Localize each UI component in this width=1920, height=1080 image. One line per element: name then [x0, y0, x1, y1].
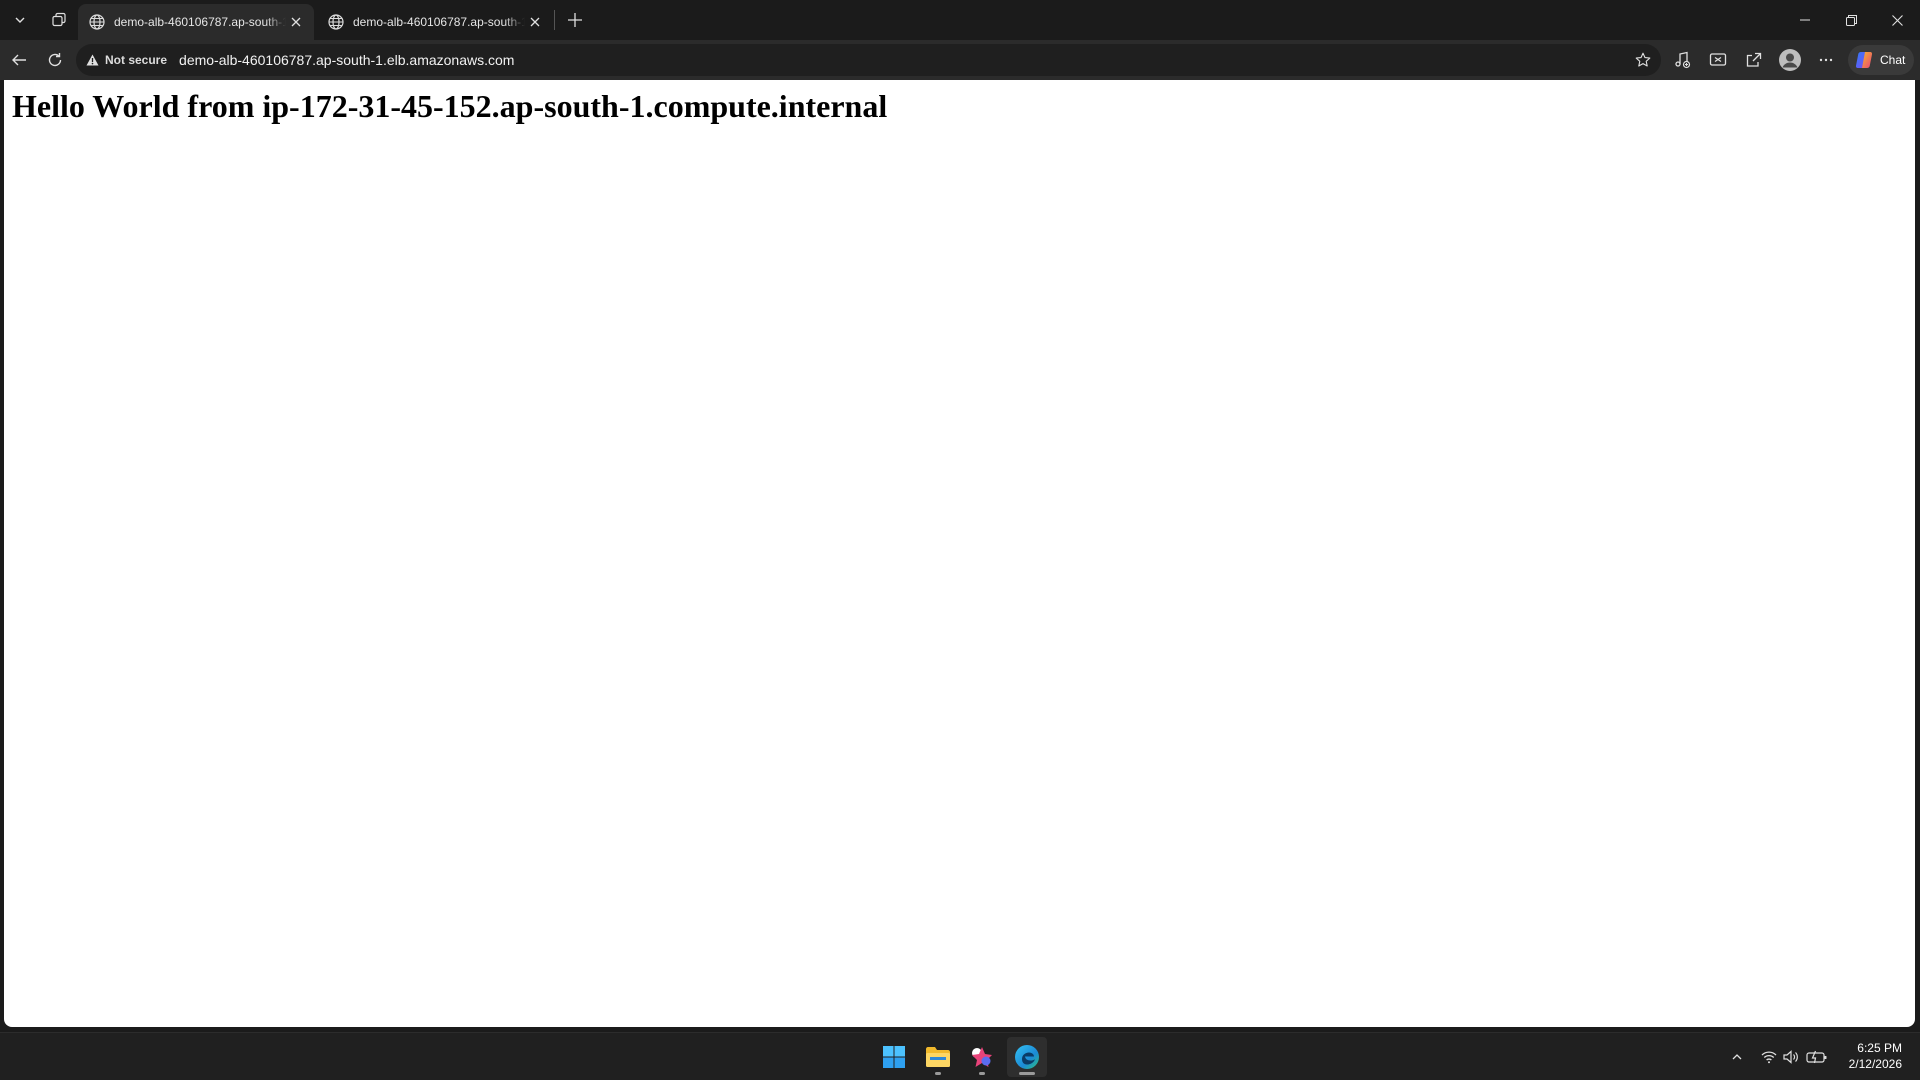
- workspaces-icon: [52, 12, 66, 27]
- back-button[interactable]: [3, 44, 35, 76]
- show-hidden-icons-button[interactable]: [1726, 1047, 1748, 1067]
- battery-button[interactable]: [1806, 1047, 1828, 1067]
- network-button[interactable]: [1758, 1047, 1780, 1067]
- chevron-down-icon: [15, 17, 25, 23]
- workspaces-button[interactable]: [43, 6, 75, 34]
- more-options-button[interactable]: [1810, 44, 1842, 76]
- wifi-icon: [1761, 1051, 1777, 1064]
- chat-label: Chat: [1880, 53, 1906, 67]
- running-indicator: [935, 1072, 941, 1075]
- tab-actions-button[interactable]: [4, 6, 36, 34]
- more-icon: [1819, 58, 1833, 62]
- running-indicator: [979, 1072, 985, 1075]
- favorite-button[interactable]: [1631, 48, 1655, 72]
- warning-icon[interactable]: [85, 53, 99, 67]
- tab-title: demo-alb-460106787.ap-south-1.elb.amazon…: [114, 15, 286, 29]
- profile-button[interactable]: [1774, 44, 1806, 76]
- tab-1[interactable]: demo-alb-460106787.ap-south-1.elb.amazon…: [78, 4, 314, 40]
- collections-icon: [1675, 51, 1691, 69]
- file-explorer-icon: [926, 1047, 950, 1067]
- volume-button[interactable]: [1780, 1047, 1802, 1067]
- tab-title: demo-alb-460106787.ap-south-1.elb.amazon…: [353, 15, 525, 29]
- close-icon: [1891, 14, 1903, 26]
- tab-close-button[interactable]: [525, 12, 545, 32]
- copilot-chat-button[interactable]: Chat: [1848, 45, 1914, 75]
- volume-icon: [1783, 1050, 1798, 1064]
- share-icon: [1746, 52, 1762, 67]
- minimize-button[interactable]: [1782, 0, 1828, 40]
- battery-icon: [1806, 1050, 1827, 1064]
- edge-icon: [1015, 1045, 1039, 1069]
- close-icon: [530, 17, 540, 27]
- new-tab-button[interactable]: [561, 6, 589, 34]
- start-button[interactable]: [874, 1037, 914, 1077]
- pinned-app-button[interactable]: [962, 1037, 1002, 1077]
- page-heading: Hello World from ip-172-31-45-152.ap-sou…: [12, 88, 888, 124]
- clock-date: 2/12/2026: [1848, 1057, 1902, 1071]
- minimize-icon: [1800, 19, 1810, 21]
- security-label[interactable]: Not secure: [105, 53, 167, 67]
- browser-toolbar: Not secure demo-alb-460106787.ap-south-1…: [0, 40, 1920, 80]
- close-window-button[interactable]: [1874, 0, 1920, 40]
- split-screen-button[interactable]: [1702, 44, 1734, 76]
- edge-taskbar-button[interactable]: [1007, 1037, 1047, 1077]
- close-icon: [291, 17, 301, 27]
- globe-icon: [89, 14, 105, 30]
- refresh-button[interactable]: [39, 44, 71, 76]
- app-icon: [972, 1047, 992, 1067]
- plus-icon: [568, 13, 582, 27]
- system-clock[interactable]: 6:25 PM 2/12/2026: [1849, 1040, 1902, 1072]
- restore-button[interactable]: [1828, 0, 1874, 40]
- refresh-icon: [48, 53, 62, 67]
- windows-start-icon: [883, 1046, 905, 1068]
- globe-icon: [328, 14, 344, 30]
- tab-strip: demo-alb-460106787.ap-south-1.elb.amazon…: [0, 0, 1920, 40]
- restore-icon: [1845, 14, 1857, 26]
- active-indicator: [1019, 1072, 1035, 1075]
- clock-time: 6:25 PM: [1857, 1041, 1902, 1055]
- tab-close-button[interactable]: [286, 12, 306, 32]
- share-button[interactable]: [1738, 44, 1770, 76]
- address-bar[interactable]: Not secure demo-alb-460106787.ap-south-1…: [76, 44, 1661, 76]
- split-screen-icon: [1709, 53, 1727, 66]
- page-viewport: Hello World from ip-172-31-45-152.ap-sou…: [4, 80, 1915, 1027]
- taskbar: 6:25 PM 2/12/2026: [0, 1032, 1920, 1080]
- profile-icon: [1779, 49, 1801, 71]
- tab-2[interactable]: demo-alb-460106787.ap-south-1.elb.amazon…: [317, 4, 553, 40]
- collections-button[interactable]: [1666, 44, 1698, 76]
- copilot-icon: [1855, 52, 1873, 68]
- tab-separator: [554, 10, 555, 30]
- chevron-up-icon: [1732, 1054, 1742, 1060]
- file-explorer-button[interactable]: [918, 1037, 958, 1077]
- back-icon: [12, 54, 26, 66]
- star-icon: [1635, 52, 1651, 67]
- url-text[interactable]: demo-alb-460106787.ap-south-1.elb.amazon…: [179, 52, 514, 68]
